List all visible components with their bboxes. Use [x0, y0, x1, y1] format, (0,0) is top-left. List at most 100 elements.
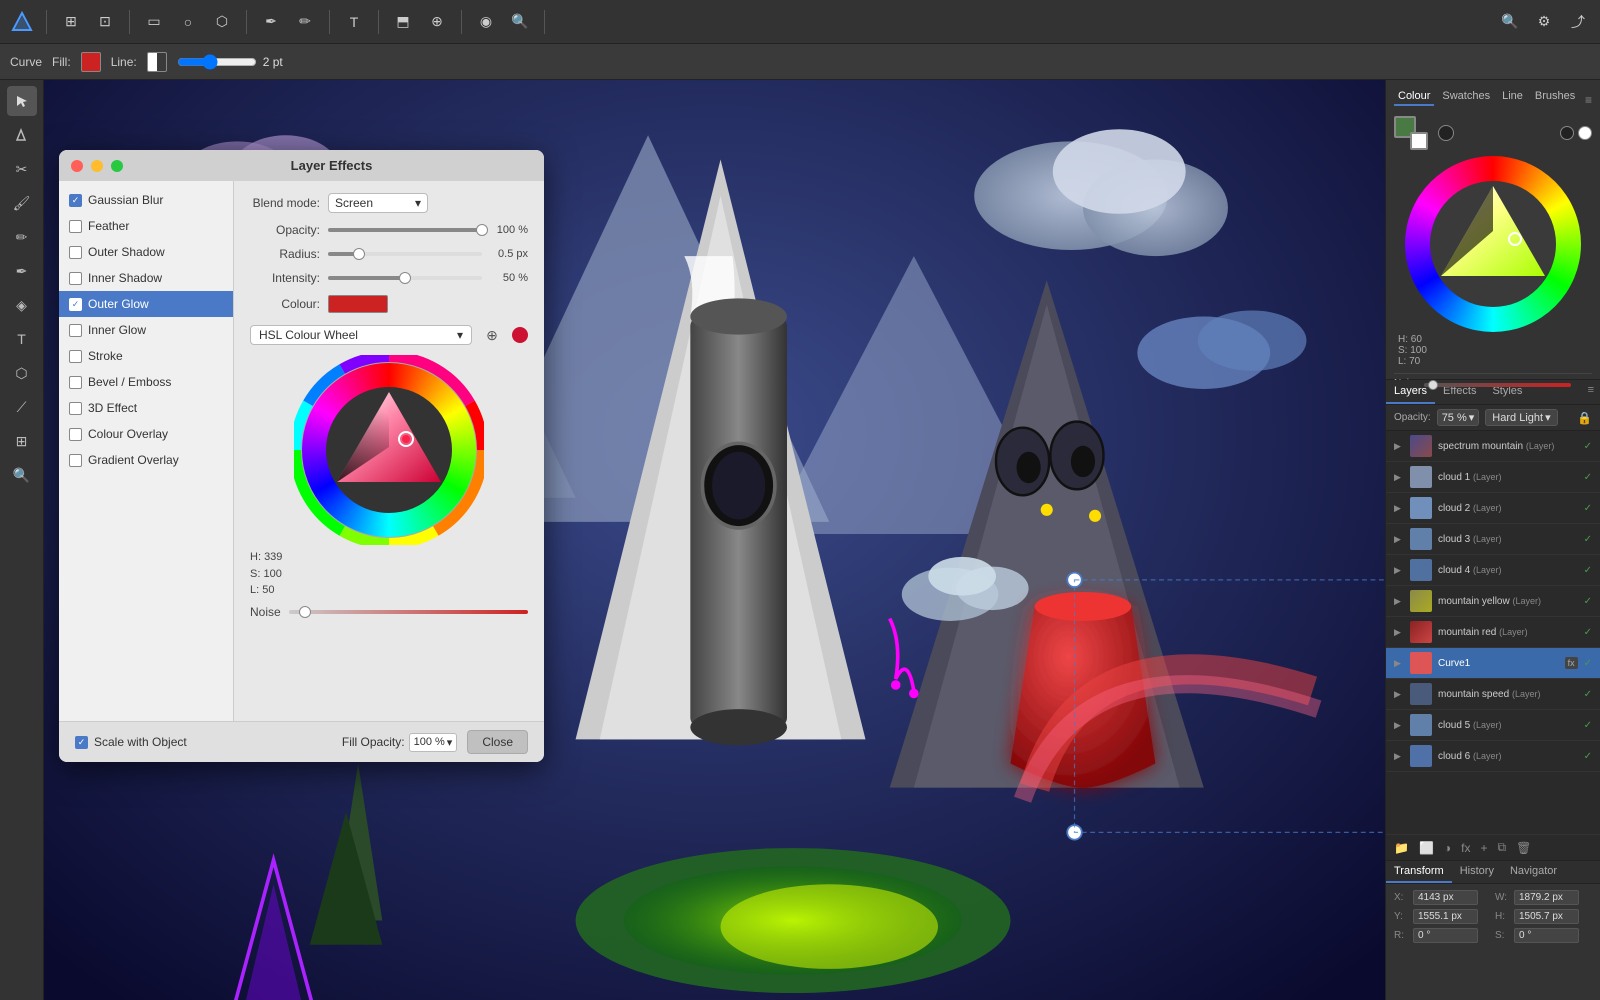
black-swatch[interactable] [1560, 126, 1574, 140]
canvas-area[interactable]: Layer Effects ✓ Gaussian Blur Feather [44, 80, 1385, 1000]
layer-expand-icon[interactable]: ▶ [1394, 534, 1404, 545]
effect-inner-glow[interactable]: Inner Glow [59, 317, 233, 343]
gaussian-blur-checkbox[interactable]: ✓ [69, 194, 82, 207]
noise-track[interactable] [289, 610, 528, 614]
blend-mode-dropdown[interactable]: Screen ▾ [328, 193, 428, 213]
layer-expand-icon[interactable]: ▶ [1394, 596, 1404, 607]
opacity-value-layers[interactable]: 75 % ▾ [1437, 409, 1480, 426]
boolean-icon[interactable]: ⊕ [423, 8, 451, 36]
layer-expand-icon[interactable]: ▶ [1394, 441, 1404, 452]
layer-expand-icon[interactable]: ▶ [1394, 503, 1404, 514]
panel-menu-icon[interactable]: ≡ [1585, 93, 1592, 107]
text-tool-icon[interactable]: T [340, 8, 368, 36]
pencil-tool[interactable]: ✒ [7, 256, 37, 286]
layer-expand-icon[interactable]: ▶ [1394, 565, 1404, 576]
background-swatch[interactable] [1410, 132, 1428, 150]
fill-swatch[interactable] [81, 52, 101, 72]
effect-stroke[interactable]: Stroke [59, 343, 233, 369]
opacity-thumb[interactable] [476, 224, 488, 236]
intensity-thumb[interactable] [399, 272, 411, 284]
layers-panel-menu-icon[interactable]: ≡ [1582, 380, 1600, 404]
layer-item-mountain-yellow[interactable]: ▶ mountain yellow (Layer) ✓ [1386, 586, 1600, 617]
radius-thumb[interactable] [353, 248, 365, 260]
effect-3d[interactable]: 3D Effect [59, 395, 233, 421]
paint-tool[interactable]: 🖌 [7, 188, 37, 218]
layer-visibility-check[interactable]: ✓ [1584, 565, 1592, 576]
eyedropper-button[interactable]: ⊕ [480, 323, 504, 347]
y-input[interactable] [1413, 909, 1478, 924]
effect-gaussian-blur[interactable]: ✓ Gaussian Blur [59, 187, 233, 213]
r-input[interactable] [1413, 928, 1478, 943]
layer-visibility-check[interactable]: ✓ [1584, 720, 1592, 731]
layer-expand-icon[interactable]: ▶ [1394, 689, 1404, 700]
share-icon[interactable]: ⤴ [1564, 8, 1592, 36]
colour-tab-brushes[interactable]: Brushes [1531, 88, 1579, 106]
fill-tool[interactable]: ◈ [7, 290, 37, 320]
line-width-slider[interactable] [177, 54, 257, 70]
s-input[interactable] [1514, 928, 1579, 943]
effect-outer-shadow[interactable]: Outer Shadow [59, 239, 233, 265]
pen-tool-icon[interactable]: ✒ [257, 8, 285, 36]
arrange-icon[interactable]: ⬒ [389, 8, 417, 36]
line-tool[interactable]: ⟋ [7, 392, 37, 422]
layer-visibility-check[interactable]: ✓ [1584, 472, 1592, 483]
layer-visibility-check[interactable]: ✓ [1584, 689, 1592, 700]
colour-tab-swatches[interactable]: Swatches [1438, 88, 1494, 106]
line-swatch[interactable] [147, 52, 167, 72]
x-input[interactable] [1413, 890, 1478, 905]
stroke-checkbox[interactable] [69, 350, 82, 363]
zoom-icon[interactable]: 🔍 [1496, 8, 1524, 36]
layer-expand-icon[interactable]: ▶ [1394, 720, 1404, 731]
tab-transform[interactable]: Transform [1386, 861, 1452, 883]
rect-tool-icon[interactable]: ▭ [140, 8, 168, 36]
effect-feather[interactable]: Feather [59, 213, 233, 239]
node-tool[interactable] [7, 120, 37, 150]
white-swatch[interactable] [1578, 126, 1592, 140]
swap-colors-icon[interactable] [1438, 125, 1454, 141]
select-tool[interactable] [7, 86, 37, 116]
settings-icon[interactable]: ⚙ [1530, 8, 1558, 36]
layer-item-cloud6[interactable]: ▶ cloud 6 (Layer) ✓ [1386, 741, 1600, 772]
dialog-minimize-button[interactable] [91, 160, 103, 172]
shape-tool[interactable]: ⬡ [7, 358, 37, 388]
layer-group-icon[interactable]: 📁 [1392, 839, 1411, 857]
effect-colour-overlay[interactable]: Colour Overlay [59, 421, 233, 447]
right-noise-track[interactable] [1424, 383, 1571, 387]
eyedropper-top-icon[interactable]: 🔍 [506, 8, 534, 36]
layer-visibility-check[interactable]: ✓ [1584, 534, 1592, 545]
effect-bevel-emboss[interactable]: Bevel / Emboss [59, 369, 233, 395]
tab-history[interactable]: History [1452, 861, 1502, 883]
zoom-tool[interactable]: 🔍 [7, 460, 37, 490]
layer-visibility-check[interactable]: ✓ [1584, 441, 1592, 452]
hsl-wheel-wrapper[interactable] [294, 355, 484, 545]
layer-item-mountain-speed[interactable]: ▶ mountain speed (Layer) ✓ [1386, 679, 1600, 710]
layer-add-icon[interactable]: + [1479, 839, 1490, 857]
artboard-tool[interactable]: ⊞ [7, 426, 37, 456]
scale-with-object-checkbox[interactable]: ✓ [75, 736, 88, 749]
inner-glow-checkbox[interactable] [69, 324, 82, 337]
colour-swatch[interactable] [328, 295, 388, 313]
outer-shadow-checkbox[interactable] [69, 246, 82, 259]
nodes-icon[interactable]: ⊡ [91, 8, 119, 36]
layer-duplicate-icon[interactable]: ⧉ [1496, 838, 1509, 857]
layer-item-cloud4[interactable]: ▶ cloud 4 (Layer) ✓ [1386, 555, 1600, 586]
right-hsl-wheel[interactable] [1405, 156, 1581, 332]
layer-mask-icon[interactable]: ⬜ [1417, 839, 1436, 857]
blend-mode-layers[interactable]: Hard Light ▾ [1485, 409, 1557, 426]
colour-tab-line[interactable]: Line [1498, 88, 1527, 106]
text-tool[interactable]: T [7, 324, 37, 354]
layer-visibility-check[interactable]: ✓ [1584, 751, 1592, 762]
layers-lock-icon[interactable]: 🔒 [1577, 411, 1592, 425]
effect-gradient-overlay[interactable]: Gradient Overlay [59, 447, 233, 473]
inner-shadow-checkbox[interactable] [69, 272, 82, 285]
effect-inner-shadow[interactable]: Inner Shadow [59, 265, 233, 291]
grid-icon[interactable]: ⊞ [57, 8, 85, 36]
layer-expand-icon[interactable]: ▶ [1394, 472, 1404, 483]
layer-item-cloud3[interactable]: ▶ cloud 3 (Layer) ✓ [1386, 524, 1600, 555]
noise-thumb[interactable] [299, 606, 311, 618]
dialog-close-button[interactable] [71, 160, 83, 172]
gradient-overlay-checkbox[interactable] [69, 454, 82, 467]
feather-checkbox[interactable] [69, 220, 82, 233]
h-input[interactable] [1514, 909, 1579, 924]
layer-item-cloud1[interactable]: ▶ cloud 1 (Layer) ✓ [1386, 462, 1600, 493]
